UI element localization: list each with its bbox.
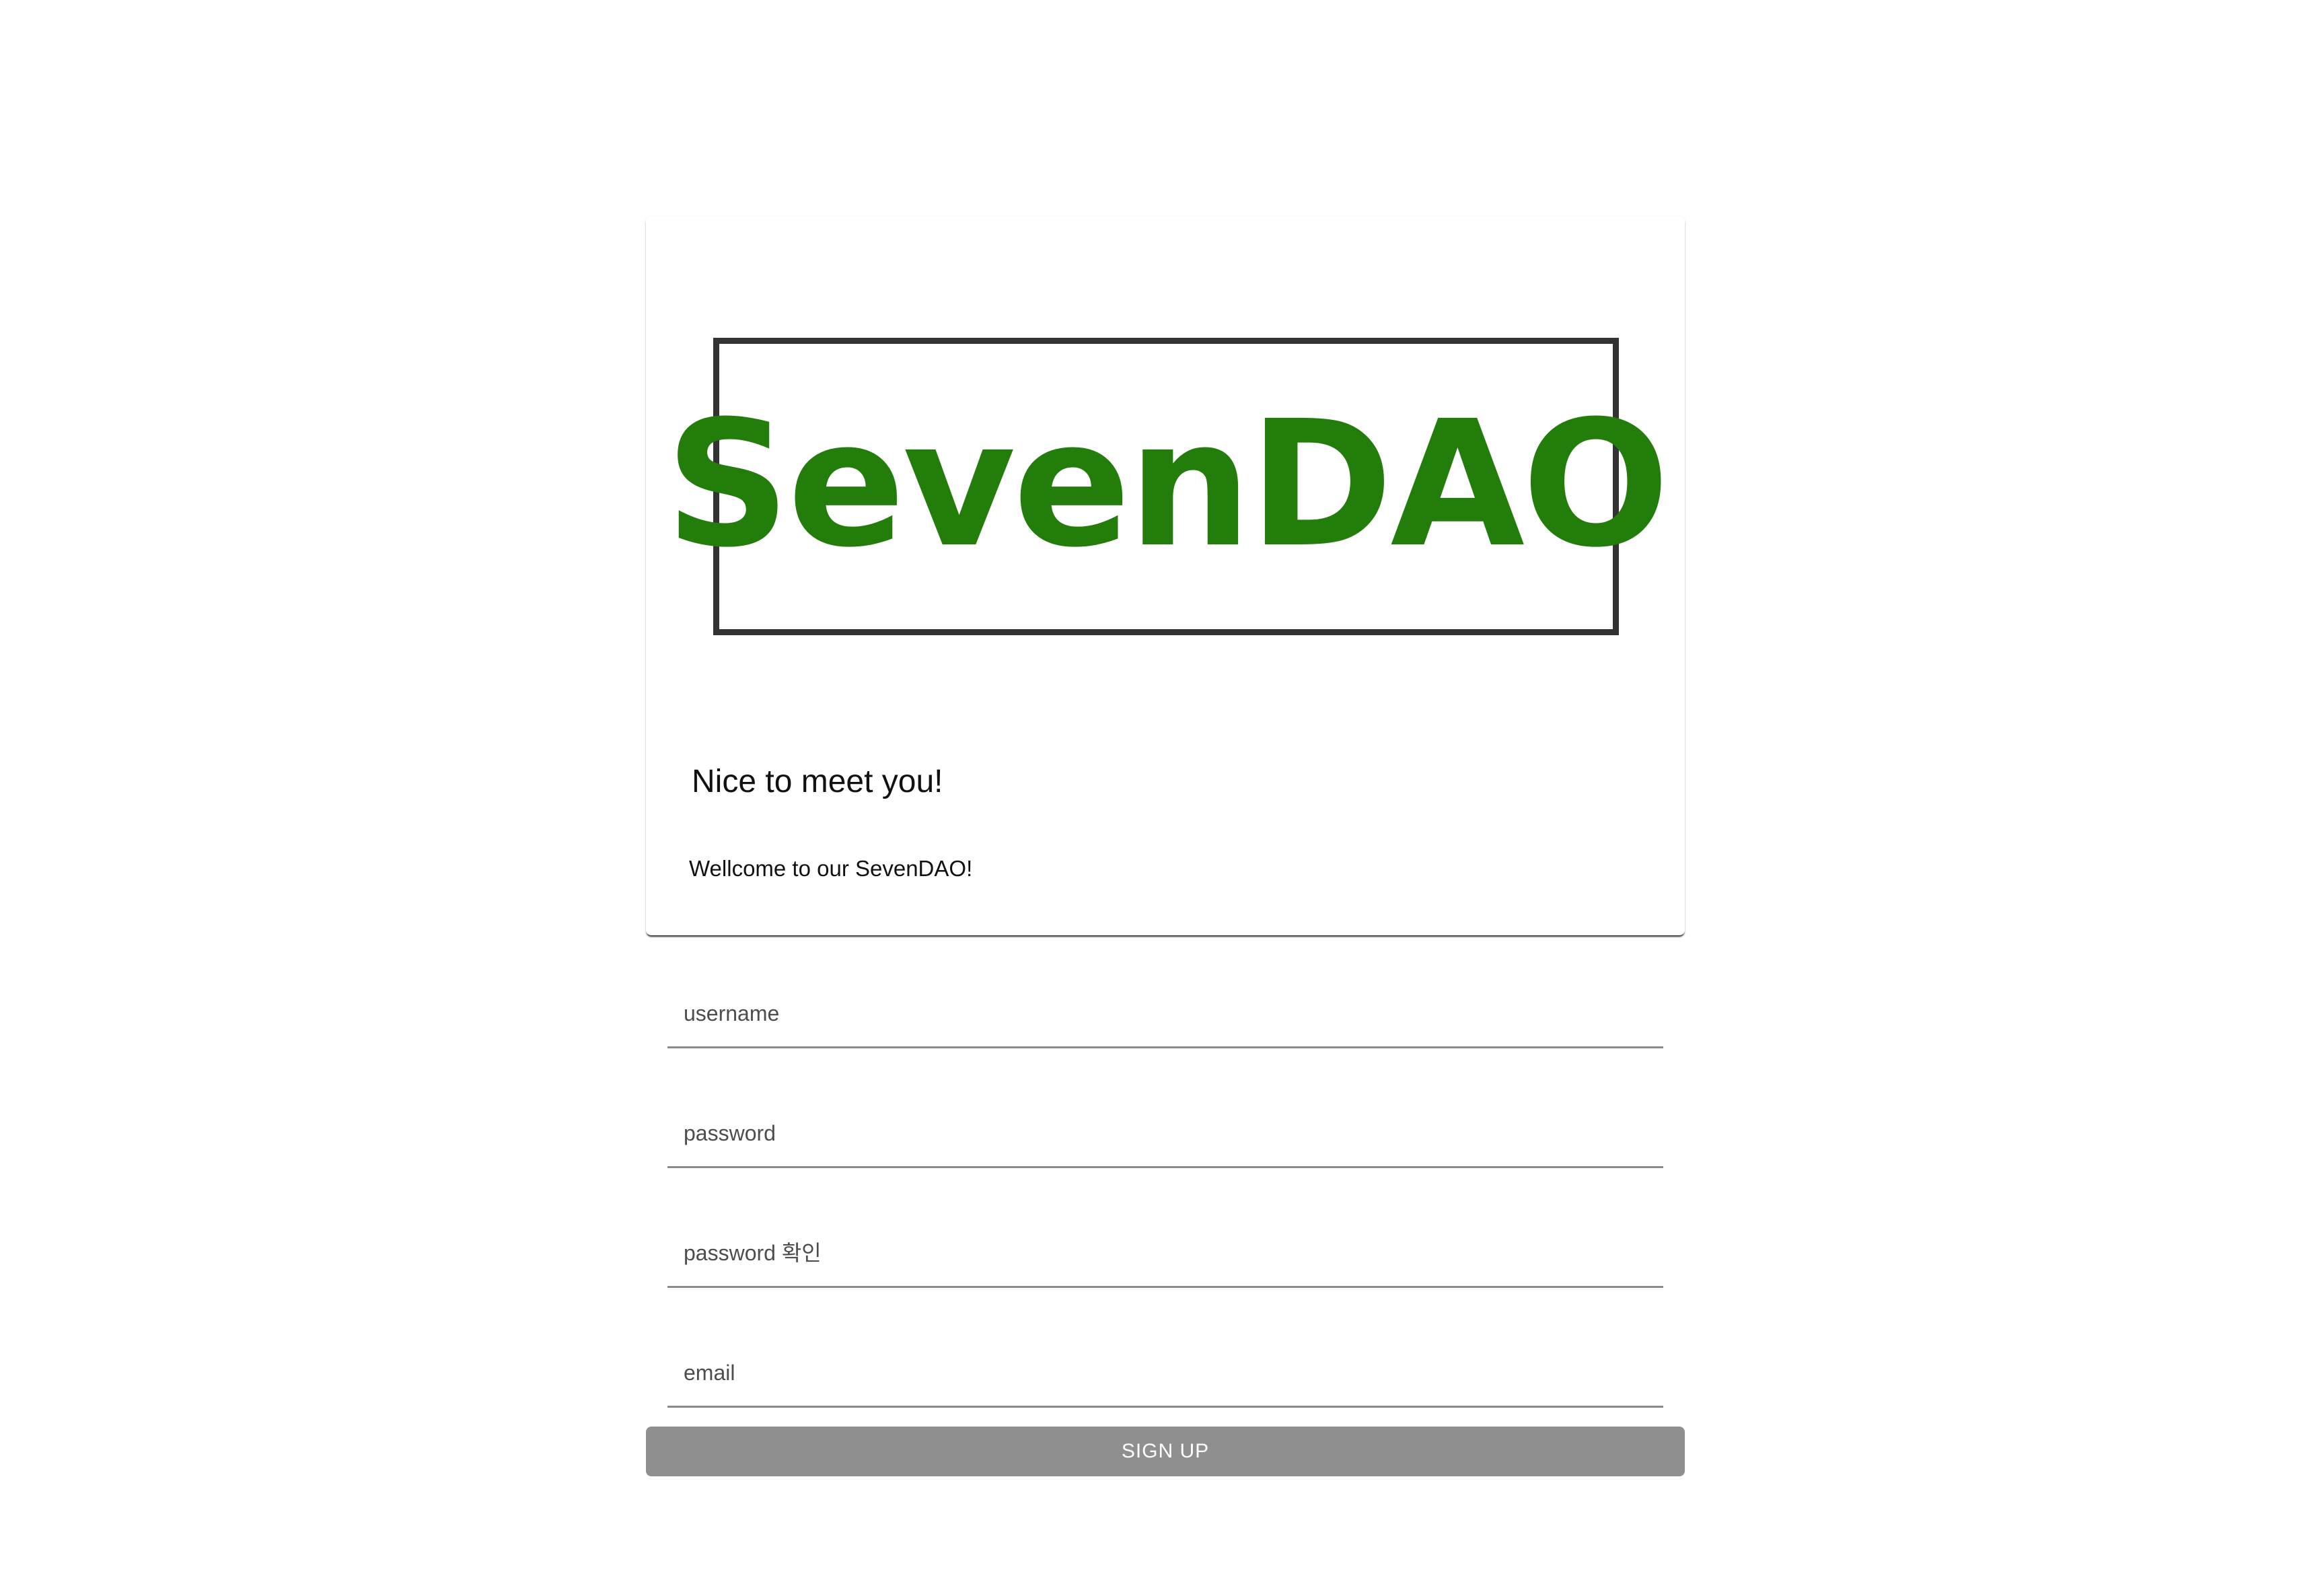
email-input[interactable] [667, 1340, 1663, 1406]
card-subtitle: Wellcome to our SevenDAO! [689, 856, 973, 881]
username-input[interactable] [667, 981, 1663, 1046]
username-field [667, 981, 1663, 1048]
email-field [667, 1340, 1663, 1408]
logo-frame: SevenDAO [665, 338, 1669, 635]
password-confirm-input[interactable] [667, 1221, 1663, 1286]
sign-up-button[interactable]: SIGN UP [646, 1427, 1685, 1476]
password-field [667, 1101, 1663, 1168]
signup-page: SevenDAO Nice to meet you! Wellcome to o… [0, 0, 2324, 1584]
card-title: Nice to meet you! [692, 764, 943, 799]
sevendao-logo: SevenDAO [665, 384, 1670, 585]
welcome-card: SevenDAO Nice to meet you! Wellcome to o… [646, 217, 1685, 935]
password-input[interactable] [667, 1101, 1663, 1166]
password-confirm-field [667, 1221, 1663, 1288]
